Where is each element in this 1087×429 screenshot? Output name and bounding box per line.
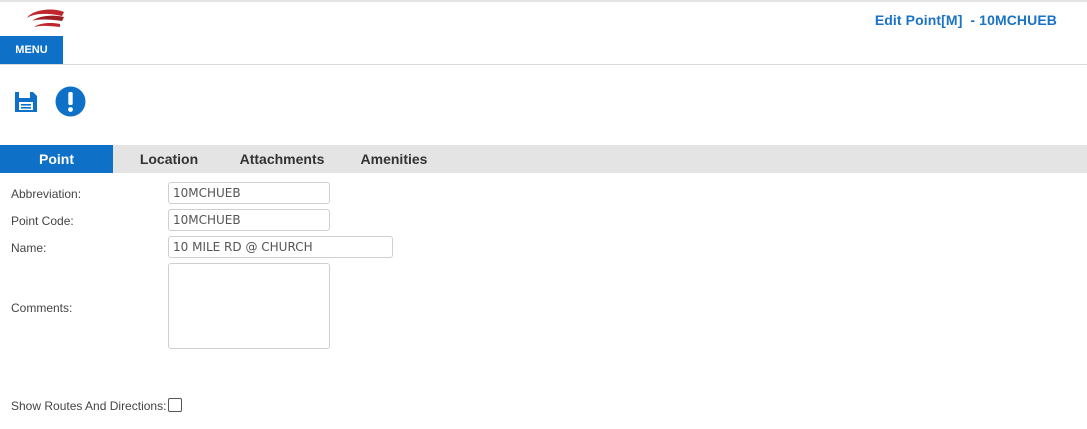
alert-icon[interactable] [55,86,86,117]
comments-textarea[interactable] [168,263,330,349]
tab-bar: Point Location Attachments Amenities [0,145,1087,173]
header-divider [0,64,1087,65]
point-code-input[interactable]: 10MCHUEB [168,209,330,231]
tab-location[interactable]: Location [126,145,212,173]
top-border [0,0,1087,2]
tab-point[interactable]: Point [0,145,113,173]
tab-attachments[interactable]: Attachments [228,145,336,173]
menu-button[interactable]: MENU [0,36,63,64]
name-input[interactable]: 10 MILE RD @ CHURCH [168,236,393,258]
tab-amenities[interactable]: Amenities [350,145,438,173]
save-icon[interactable] [14,90,38,114]
point-code-label: Point Code: [11,214,74,228]
show-routes-label: Show Routes And Directions: [11,399,167,413]
comments-label: Comments: [11,301,73,315]
show-routes-checkbox[interactable] [168,398,182,412]
page-title: Edit Point[M] - 10MCHUEB [874,12,1057,28]
name-label: Name: [11,241,47,255]
abbreviation-input[interactable]: 10MCHUEB [168,182,330,204]
abbreviation-label: Abbreviation: [11,187,82,201]
swoosh-logo [27,9,64,27]
